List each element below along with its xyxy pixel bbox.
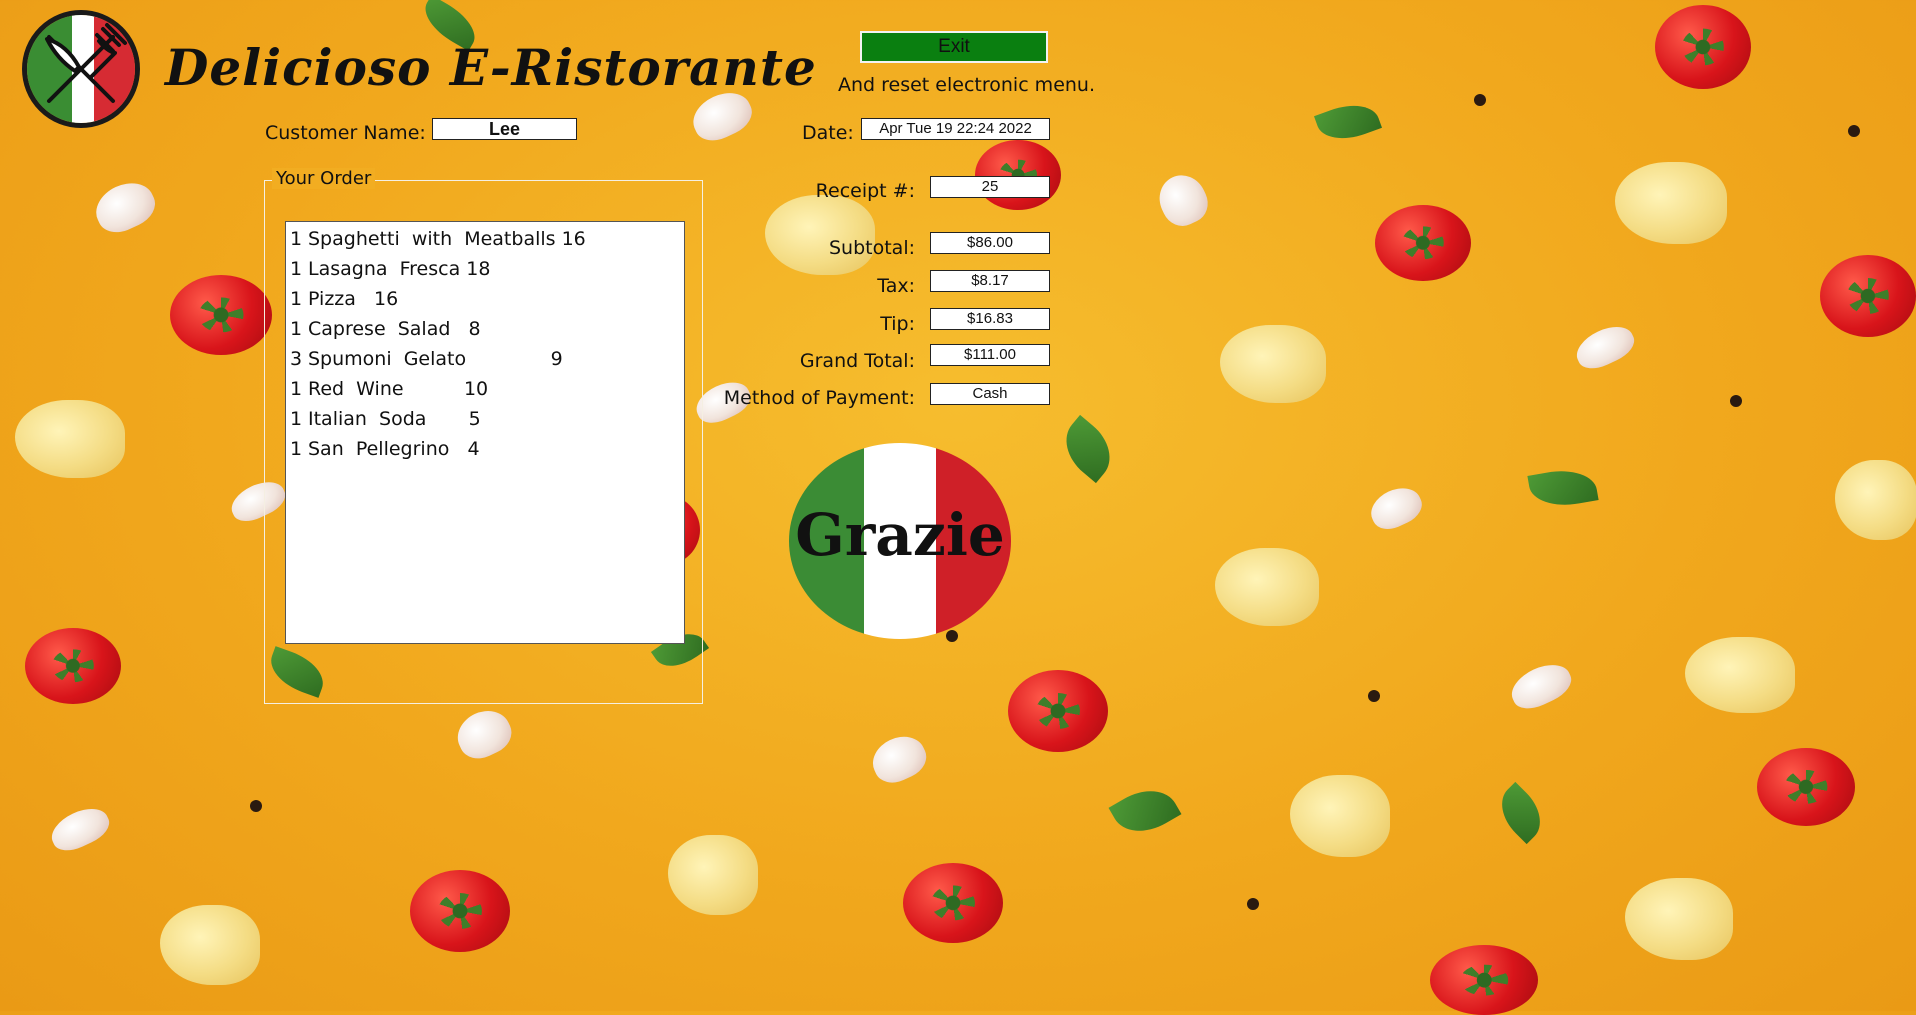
background-peppercorn <box>1474 94 1486 106</box>
list-item[interactable]: 1 Red Wine 10 <box>290 374 680 404</box>
background-garlic <box>1151 167 1215 233</box>
background-basil <box>1108 777 1182 845</box>
background-pasta <box>1685 637 1795 713</box>
date-label: Date: <box>802 122 854 144</box>
item-text: Lasagna Fresca 18 <box>308 258 491 280</box>
list-item[interactable]: 1 Pizza 16 <box>290 284 680 314</box>
customer-name-label: Customer Name: <box>265 122 426 144</box>
list-item[interactable]: 3 Spumoni Gelato 9 <box>290 344 680 374</box>
background-tomato <box>170 275 272 355</box>
item-text: Italian Soda 5 <box>308 408 481 430</box>
background-pasta <box>668 835 758 915</box>
background-pasta <box>1215 548 1319 626</box>
background-pasta <box>1835 460 1916 540</box>
order-groupbox-title: Your Order <box>272 168 376 189</box>
subtotal-field[interactable]: $86.00 <box>930 232 1050 254</box>
item-text: Spaghetti with Meatballs 16 <box>308 228 586 250</box>
background-garlic <box>88 174 162 240</box>
background-peppercorn <box>1730 395 1742 407</box>
background-pasta <box>1615 162 1727 244</box>
tip-label: Tip: <box>880 313 915 335</box>
background-tomato <box>1430 945 1538 1015</box>
background-tomato <box>25 628 121 704</box>
background-tomato <box>1008 670 1108 752</box>
background-pasta <box>1625 878 1733 960</box>
item-qty: 1 <box>290 288 303 310</box>
item-text: Red Wine 10 <box>308 378 489 400</box>
background-basil <box>1313 95 1383 149</box>
background-tomato <box>975 140 1061 210</box>
background-pasta <box>765 195 875 275</box>
receipt-field[interactable]: 25 <box>930 176 1050 198</box>
exit-button[interactable]: Exit <box>860 31 1048 63</box>
background-pasta <box>160 905 260 985</box>
order-listbox[interactable]: 1 Spaghetti with Meatballs 16 1 Lasagna Fr… <box>285 221 685 644</box>
background-peppercorn <box>1247 898 1259 910</box>
background-basil <box>1053 414 1123 484</box>
item-qty: 1 <box>290 438 303 460</box>
receipt-label: Receipt #: <box>815 180 915 202</box>
grazie-text: Grazie <box>795 501 1005 569</box>
item-text: Caprese Salad 8 <box>308 318 481 340</box>
background-garlic <box>450 702 518 766</box>
date-field[interactable]: Apr Tue 19 22:24 2022 <box>861 118 1050 140</box>
background-peppercorn <box>1848 125 1860 137</box>
list-item[interactable]: 1 Spaghetti with Meatballs 16 <box>290 224 680 254</box>
background-tomato <box>1820 255 1916 337</box>
background-pasta <box>15 400 125 478</box>
background-pasta <box>1290 775 1390 857</box>
tax-label: Tax: <box>877 275 915 297</box>
item-text: Spumoni Gelato 9 <box>308 348 563 370</box>
restaurant-logo <box>22 10 140 128</box>
item-qty: 3 <box>290 348 303 370</box>
background-tomato <box>1655 5 1751 89</box>
item-qty: 1 <box>290 378 303 400</box>
grazie-flag-badge: Grazie <box>789 443 1011 639</box>
background-tomato <box>1757 748 1855 826</box>
item-qty: 1 <box>290 318 303 340</box>
background-tomato <box>1375 205 1471 281</box>
item-qty: 1 <box>290 408 303 430</box>
background-tomato <box>410 870 510 952</box>
item-text: Pizza 16 <box>308 288 399 310</box>
background-pasta <box>1220 325 1326 403</box>
customer-name-field[interactable]: Lee <box>432 118 577 140</box>
list-item[interactable]: 1 Caprese Salad 8 <box>290 314 680 344</box>
background-garlic <box>865 728 933 790</box>
app-title: Delicioso E-Ristorante <box>165 38 817 97</box>
fork-knife-icon <box>45 23 127 103</box>
tax-field[interactable]: $8.17 <box>930 270 1050 292</box>
background-garlic <box>1364 480 1428 536</box>
exit-note: And reset electronic menu. <box>838 74 1096 96</box>
payment-method-label: Method of Payment: <box>723 387 915 409</box>
background-garlic <box>45 800 115 858</box>
background-peppercorn <box>1368 690 1380 702</box>
background-tomato <box>903 863 1003 943</box>
background-basil <box>1489 781 1553 845</box>
background-garlic <box>1570 318 1640 376</box>
tip-field[interactable]: $16.83 <box>930 308 1050 330</box>
payment-method-field[interactable]: Cash <box>930 383 1050 405</box>
background-garlic <box>1505 656 1577 716</box>
item-qty: 1 <box>290 228 303 250</box>
grand-total-field[interactable]: $111.00 <box>930 344 1050 366</box>
background-peppercorn <box>250 800 262 812</box>
item-qty: 1 <box>290 258 303 280</box>
subtotal-label: Subtotal: <box>828 237 915 259</box>
background-basil <box>1527 464 1599 512</box>
list-item[interactable]: 1 San Pellegrino 4 <box>290 434 680 464</box>
list-item[interactable]: 1 Lasagna Fresca 18 <box>290 254 680 284</box>
item-text: San Pellegrino 4 <box>308 438 480 460</box>
grand-total-label: Grand Total: <box>799 350 915 372</box>
list-item[interactable]: 1 Italian Soda 5 <box>290 404 680 434</box>
